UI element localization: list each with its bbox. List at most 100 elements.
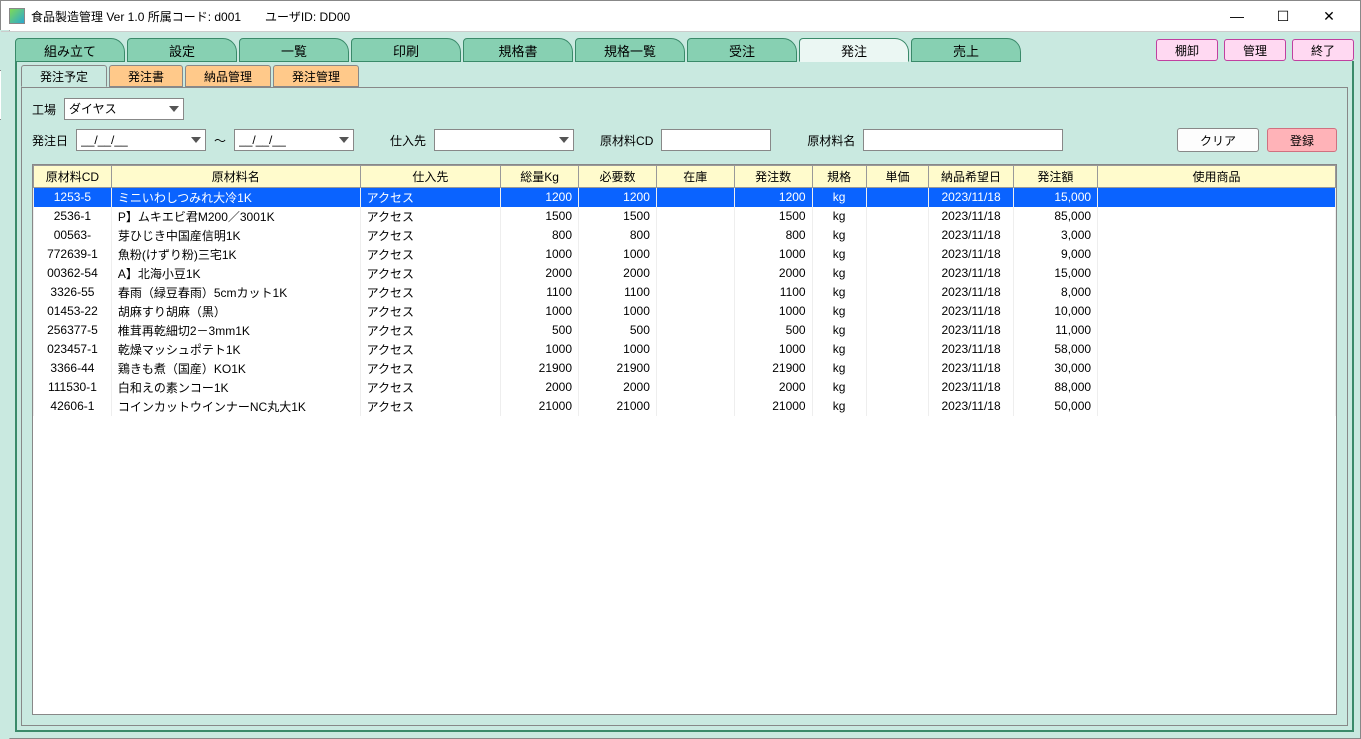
material-cd-input[interactable] [661, 129, 771, 151]
cell-use [1098, 245, 1336, 264]
right-button-0[interactable]: 棚卸 [1156, 39, 1218, 61]
table-row[interactable]: 023457-1乾燥マッシュポテト1Kアクセス100010001000kg202… [34, 340, 1336, 359]
main-tab-7[interactable]: 発注 [799, 38, 909, 62]
cell-due: 2023/11/18 [929, 207, 1013, 226]
cell-amt: 8,000 [1013, 283, 1097, 302]
table-row[interactable]: 00362-54A】北海小豆1Kアクセス200020002000kg2023/1… [34, 264, 1336, 283]
cell-total: 500 [501, 321, 579, 340]
cell-use [1098, 397, 1336, 416]
table-row[interactable]: 2536-1P】ムキエビ君M200／3001Kアクセス150015001500k… [34, 207, 1336, 226]
cell-qty: 1000 [734, 245, 812, 264]
sub-tab-2[interactable]: 納品管理 [185, 65, 271, 87]
date-from-input[interactable]: __/__/__ [76, 129, 206, 151]
main-tab-0[interactable]: 組み立て [15, 38, 125, 62]
cell-stock [656, 378, 734, 397]
material-name-input[interactable] [863, 129, 1063, 151]
main-tabs: 組み立て設定一覧印刷規格書規格一覧受注発注売上 棚卸管理終了 [15, 38, 1354, 62]
cell-need: 2000 [579, 264, 657, 283]
table-row[interactable]: 256377-5椎茸再乾細切2－3mm1Kアクセス500500500kg2023… [34, 321, 1336, 340]
col-header-7[interactable]: 規格 [812, 166, 866, 188]
cell-due: 2023/11/18 [929, 245, 1013, 264]
col-header-4[interactable]: 必要数 [579, 166, 657, 188]
cell-spec: kg [812, 397, 866, 416]
cell-name: 芽ひじき中国産信明1K [111, 226, 360, 245]
cell-due: 2023/11/18 [929, 397, 1013, 416]
factory-label: 工場 [32, 101, 56, 118]
main-tab-2[interactable]: 一覧 [239, 38, 349, 62]
main-tab-3[interactable]: 印刷 [351, 38, 461, 62]
cell-amt: 88,000 [1013, 378, 1097, 397]
col-header-0[interactable]: 原材料CD [34, 166, 112, 188]
cell-stock [656, 207, 734, 226]
close-button[interactable]: ✕ [1306, 2, 1352, 30]
cell-amt: 85,000 [1013, 207, 1097, 226]
table-row[interactable]: 1253-5ミニいわしつみれ大冷1Kアクセス120012001200kg2023… [34, 188, 1336, 207]
right-button-2[interactable]: 終了 [1292, 39, 1354, 61]
cell-use [1098, 264, 1336, 283]
cell-stock [656, 264, 734, 283]
table-row[interactable]: 42606-1コインカットウインナーNC丸大1Kアクセス210002100021… [34, 397, 1336, 416]
right-button-1[interactable]: 管理 [1224, 39, 1286, 61]
cell-due: 2023/11/18 [929, 302, 1013, 321]
cell-need: 1000 [579, 340, 657, 359]
cell-amt: 58,000 [1013, 340, 1097, 359]
main-tab-8[interactable]: 売上 [911, 38, 1021, 62]
col-header-3[interactable]: 総量Kg [501, 166, 579, 188]
clear-button[interactable]: クリア [1177, 128, 1259, 152]
cell-need: 1500 [579, 207, 657, 226]
table-row[interactable]: 772639-1魚粉(けずり粉)三宅1Kアクセス100010001000kg20… [34, 245, 1336, 264]
main-tab-6[interactable]: 受注 [687, 38, 797, 62]
filter-row-1: 工場 ダイヤス [32, 98, 1337, 120]
cell-price [866, 283, 929, 302]
factory-select[interactable]: ダイヤス [64, 98, 184, 120]
col-header-5[interactable]: 在庫 [656, 166, 734, 188]
table-row[interactable]: 3326-55春雨（緑豆春雨）5cmカット1Kアクセス110011001100k… [34, 283, 1336, 302]
table-row[interactable]: 01453-22胡麻すり胡麻（黒）アクセス100010001000kg2023/… [34, 302, 1336, 321]
cell-use [1098, 359, 1336, 378]
col-header-8[interactable]: 単価 [866, 166, 929, 188]
minimize-button[interactable]: — [1214, 2, 1260, 30]
cell-stock [656, 397, 734, 416]
cell-price [866, 207, 929, 226]
maximize-button[interactable]: ☐ [1260, 2, 1306, 30]
cell-name: 春雨（緑豆春雨）5cmカット1K [111, 283, 360, 302]
cell-use [1098, 283, 1336, 302]
cell-stock [656, 321, 734, 340]
date-to-input[interactable]: __/__/__ [234, 129, 354, 151]
table-row[interactable]: 00563-芽ひじき中国産信明1Kアクセス800800800kg2023/11/… [34, 226, 1336, 245]
register-button[interactable]: 登録 [1267, 128, 1337, 152]
sub-tab-0[interactable]: 発注予定 [21, 65, 107, 87]
cell-qty: 2000 [734, 264, 812, 283]
col-header-9[interactable]: 納品希望日 [929, 166, 1013, 188]
cell-sup: アクセス [360, 226, 501, 245]
sub-tab-1[interactable]: 発注書 [109, 65, 183, 87]
tilde-label: ～ [214, 132, 226, 149]
cell-price [866, 302, 929, 321]
cell-need: 1000 [579, 245, 657, 264]
cell-total: 1000 [501, 245, 579, 264]
filter-row-2: 発注日 __/__/__ ～ __/__/__ 仕入先 原材料CD [32, 128, 1337, 152]
main-tab-1[interactable]: 設定 [127, 38, 237, 62]
cell-due: 2023/11/18 [929, 283, 1013, 302]
cell-sup: アクセス [360, 207, 501, 226]
cell-stock [656, 283, 734, 302]
col-header-10[interactable]: 発注額 [1013, 166, 1097, 188]
table-row[interactable]: 111530-1白和えの素ンコー1Kアクセス200020002000kg2023… [34, 378, 1336, 397]
main-tab-4[interactable]: 規格書 [463, 38, 573, 62]
table-row[interactable]: 3366-44鶏きも煮（国産）KO1Kアクセス219002190021900kg… [34, 359, 1336, 378]
sub-tab-3[interactable]: 発注管理 [273, 65, 359, 87]
cell-due: 2023/11/18 [929, 226, 1013, 245]
col-header-1[interactable]: 原材料名 [111, 166, 360, 188]
data-grid[interactable]: 原材料CD原材料名仕入先総量Kg必要数在庫発注数規格単価納品希望日発注額使用商品… [32, 164, 1337, 715]
cell-use [1098, 302, 1336, 321]
col-header-11[interactable]: 使用商品 [1098, 166, 1336, 188]
col-header-2[interactable]: 仕入先 [360, 166, 501, 188]
cell-spec: kg [812, 226, 866, 245]
cell-cd: 3366-44 [34, 359, 112, 378]
supplier-select[interactable] [434, 129, 574, 151]
cell-total: 1100 [501, 283, 579, 302]
col-header-6[interactable]: 発注数 [734, 166, 812, 188]
cell-sup: アクセス [360, 188, 501, 207]
cell-total: 2000 [501, 378, 579, 397]
main-tab-5[interactable]: 規格一覧 [575, 38, 685, 62]
